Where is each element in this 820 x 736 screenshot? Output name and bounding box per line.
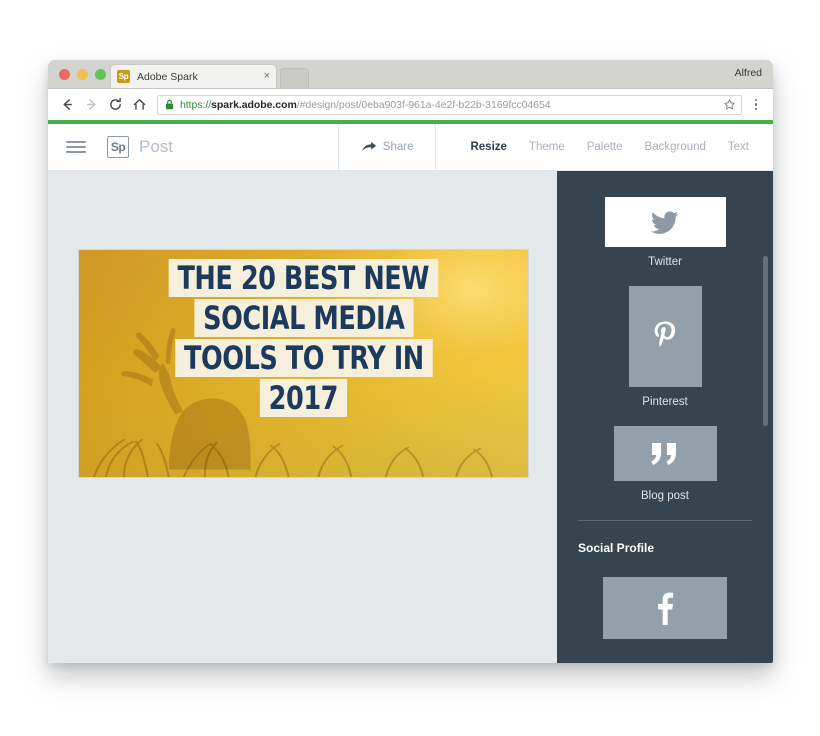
url-path: /#design/post/0eba903f-961a-4e2f-b22b-31… xyxy=(296,98,551,111)
document-type-label: Post xyxy=(139,137,174,156)
resize-sidebar: Twitter Pinterest Blog post Social Profi… xyxy=(557,171,773,663)
facebook-icon xyxy=(658,592,674,625)
minimize-window-button[interactable] xyxy=(77,69,88,80)
hamburger-menu-icon[interactable] xyxy=(66,141,86,153)
browser-nav-bar: https://spark.adobe.com/#design/post/0eb… xyxy=(48,89,773,120)
window-controls xyxy=(59,69,106,80)
menu-item-text[interactable]: Text xyxy=(728,141,749,153)
pinterest-icon xyxy=(654,320,676,347)
browser-menu-icon[interactable] xyxy=(748,98,764,111)
reload-button[interactable] xyxy=(105,95,125,115)
url-scheme: https:// xyxy=(180,98,212,111)
size-option-pinterest[interactable]: Pinterest xyxy=(573,286,757,408)
sidebar-content: Twitter Pinterest Blog post Social Profi… xyxy=(557,197,773,639)
maximize-window-button[interactable] xyxy=(95,69,106,80)
share-arrow-icon xyxy=(361,141,376,152)
lock-icon xyxy=(165,99,174,110)
design-canvas[interactable]: THE 20 BEST NEW SOCIAL MEDIA TOOLS TO TR… xyxy=(78,249,529,478)
headline-line-4: 2017 xyxy=(260,378,347,417)
close-tab-icon[interactable]: × xyxy=(260,71,270,82)
size-option-twitter[interactable]: Twitter xyxy=(573,197,757,268)
spark-app-bar: Sp Post Share Resize Theme Palette Backg… xyxy=(48,123,773,171)
close-window-button[interactable] xyxy=(59,69,70,80)
share-label: Share xyxy=(382,141,414,153)
size-option-facebook[interactable] xyxy=(573,577,757,639)
blog-post-tile[interactable] xyxy=(613,426,717,481)
new-tab-button[interactable] xyxy=(280,68,309,88)
menu-item-resize[interactable]: Resize xyxy=(470,141,506,153)
canvas-headline[interactable]: THE 20 BEST NEW SOCIAL MEDIA TOOLS TO TR… xyxy=(79,259,528,419)
headline-line-2: SOCIAL MEDIA xyxy=(194,298,413,337)
browser-profile-name[interactable]: Alfred xyxy=(735,67,762,79)
browser-window: Sp Adobe Spark × Alfred https://spark.ad… xyxy=(48,60,773,663)
spark-logo: Sp xyxy=(107,136,129,158)
blog-post-label: Blog post xyxy=(641,490,689,502)
web-page: Sp Post Share Resize Theme Palette Backg… xyxy=(48,120,773,663)
url-host: spark.adobe.com xyxy=(211,98,297,111)
size-option-blog-post[interactable]: Blog post xyxy=(573,426,757,502)
tab-title: Adobe Spark xyxy=(137,70,198,83)
address-bar[interactable]: https://spark.adobe.com/#design/post/0eb… xyxy=(157,94,742,116)
adobe-spark-favicon: Sp xyxy=(117,70,130,83)
quote-icon xyxy=(651,442,676,465)
screenshot-stage: Sp Adobe Spark × Alfred https://spark.ad… xyxy=(0,0,820,736)
headline-line-1: THE 20 BEST NEW xyxy=(168,259,439,297)
menu-item-palette[interactable]: Palette xyxy=(587,141,623,153)
pinterest-tile[interactable] xyxy=(628,286,702,387)
home-button[interactable] xyxy=(129,95,149,115)
sidebar-scrollbar[interactable] xyxy=(763,256,768,426)
sidebar-divider xyxy=(578,520,752,521)
headline-row: TOOLS TO TRY IN xyxy=(79,338,528,377)
browser-tab-strip: Sp Adobe Spark × Alfred xyxy=(48,60,773,89)
back-button[interactable] xyxy=(57,95,77,115)
headline-line-3: TOOLS TO TRY IN xyxy=(174,338,433,377)
sidebar-section-heading: Social Profile xyxy=(578,541,655,555)
twitter-tile[interactable] xyxy=(604,197,726,247)
menu-item-theme[interactable]: Theme xyxy=(529,141,565,153)
headline-row: 2017 xyxy=(79,378,528,417)
headline-row: SOCIAL MEDIA xyxy=(79,298,528,337)
star-icon[interactable] xyxy=(723,98,736,116)
menu-item-background[interactable]: Background xyxy=(645,141,706,153)
editor-workspace: THE 20 BEST NEW SOCIAL MEDIA TOOLS TO TR… xyxy=(48,171,773,663)
twitter-label: Twitter xyxy=(648,256,682,268)
browser-tab[interactable]: Sp Adobe Spark × xyxy=(110,64,277,88)
twitter-bird-icon xyxy=(651,210,679,234)
spark-brand[interactable]: Sp Post xyxy=(107,136,173,158)
forward-button[interactable] xyxy=(81,95,101,115)
share-button[interactable]: Share xyxy=(337,123,437,171)
editor-menu: Resize Theme Palette Background Text xyxy=(436,141,773,153)
grass-silhouette xyxy=(92,438,494,477)
url-text: https://spark.adobe.com/#design/post/0eb… xyxy=(180,99,551,111)
pinterest-label: Pinterest xyxy=(642,396,688,408)
facebook-tile[interactable] xyxy=(603,577,727,639)
headline-row: THE 20 BEST NEW xyxy=(79,259,528,297)
